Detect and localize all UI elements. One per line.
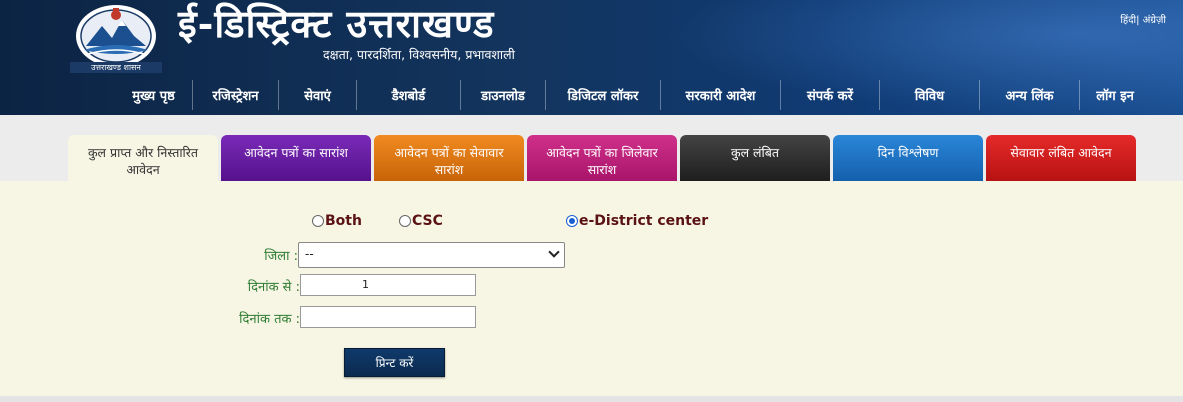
to-date-input[interactable] xyxy=(300,306,476,328)
site-tagline: दक्षता, पारदर्शिता, विश्वसनीय, प्रभावशाल… xyxy=(323,47,515,62)
page-footer-strip xyxy=(0,396,1183,402)
tab-label-line1: दिन विश्लेषण xyxy=(877,145,939,160)
tab-service-wise-pending[interactable]: सेवावार लंबित आवेदन xyxy=(986,135,1136,181)
nav-other-links[interactable]: अन्य लिंक xyxy=(980,80,1080,110)
tab-label-line2: आवेदन xyxy=(126,162,160,177)
radio-csc-label: CSC xyxy=(412,213,443,229)
tab-label-line2: सारांश xyxy=(434,162,464,177)
nav-login[interactable]: लॉग इन xyxy=(1080,80,1150,110)
tab-label-line1: कुल लंबित xyxy=(730,145,780,160)
from-date-label: दिनांक से : xyxy=(247,280,300,295)
tab-label-line1: आवेदन पत्रों का सेवावार xyxy=(394,145,504,160)
radio-edistrict-center[interactable] xyxy=(566,215,578,227)
radio-option-both[interactable]: Both xyxy=(312,213,362,229)
radio-option-edistrict[interactable]: e-District center xyxy=(566,213,708,229)
site-header: उत्तराखण्ड शासन ई-डिस्ट्रिक्ट उत्तराखण्ड… xyxy=(0,0,1183,115)
radio-option-csc[interactable]: CSC xyxy=(399,213,443,229)
chevron-down-icon xyxy=(548,246,560,258)
print-button[interactable]: प्रिन्ट करें xyxy=(344,348,445,377)
radio-both[interactable] xyxy=(312,215,324,227)
nav-digital-locker[interactable]: डिजिटल लॉकर xyxy=(546,80,661,110)
radio-both-label: Both xyxy=(325,213,362,229)
tab-district-wise-summary[interactable]: आवेदन पत्रों का जिलेवार सारांश xyxy=(527,135,677,181)
tab-label-line1: सेवावार लंबित आवेदन xyxy=(1010,145,1112,160)
district-selected-value: -- xyxy=(305,247,314,261)
tab-label-line1: आवेदन पत्रों का जिलेवार xyxy=(546,145,658,160)
lang-english-link[interactable]: अंग्रेज़ी xyxy=(1143,15,1166,26)
tab-day-analysis[interactable]: दिन विश्लेषण xyxy=(833,135,983,181)
nav-home[interactable]: मुख्य पृष्ठ xyxy=(115,80,193,110)
from-date-input[interactable]: 1 xyxy=(300,274,476,296)
nav-services[interactable]: सेवाएं xyxy=(279,80,357,110)
tab-label-line1: कुल प्राप्त और निस्तारित xyxy=(87,145,199,160)
report-tabs: कुल प्राप्त और निस्तारित आवेदन आवेदन पत्… xyxy=(68,135,1139,181)
tab-total-received-disposed[interactable]: कुल प्राप्त और निस्तारित आवेदन xyxy=(68,135,218,181)
tab-total-pending[interactable]: कुल लंबित xyxy=(680,135,830,181)
nav-misc[interactable]: विविध xyxy=(880,80,980,110)
lang-hindi-link[interactable]: हिंदी xyxy=(1120,15,1136,26)
nav-registration[interactable]: रजिस्ट्रेशन xyxy=(193,80,279,110)
radio-edistrict-label: e-District center xyxy=(579,213,709,229)
nav-contact[interactable]: संपर्क करें xyxy=(781,80,880,110)
tab-service-wise-summary[interactable]: आवेदन पत्रों का सेवावार सारांश xyxy=(374,135,524,181)
nav-download[interactable]: डाउनलोड xyxy=(461,80,546,110)
logo-caption: उत्तराखण्ड शासन xyxy=(70,62,162,73)
tab-application-summary[interactable]: आवेदन पत्रों का सारांश xyxy=(221,135,371,181)
district-select[interactable]: -- xyxy=(298,242,565,268)
lang-separator: | xyxy=(1136,15,1140,26)
nav-govt-orders[interactable]: सरकारी आदेश xyxy=(661,80,781,110)
site-title: ई-डिस्ट्रिक्ट उत्तराखण्ड xyxy=(178,1,495,46)
tab-label-line1: आवेदन पत्रों का सारांश xyxy=(244,145,348,160)
to-date-label: दिनांक तक : xyxy=(239,312,300,327)
radio-csc[interactable] xyxy=(399,215,411,227)
from-date-value: 1 xyxy=(362,278,369,291)
main-nav: मुख्य पृष्ठ रजिस्ट्रेशन सेवाएं डैशबोर्ड … xyxy=(115,80,1150,110)
tab-label-line2: सारांश xyxy=(587,162,617,177)
district-label: जिला : xyxy=(264,249,298,264)
language-switcher: हिंदी| अंग्रेज़ी xyxy=(1120,12,1166,26)
nav-dashboard[interactable]: डैशबोर्ड xyxy=(357,80,461,110)
